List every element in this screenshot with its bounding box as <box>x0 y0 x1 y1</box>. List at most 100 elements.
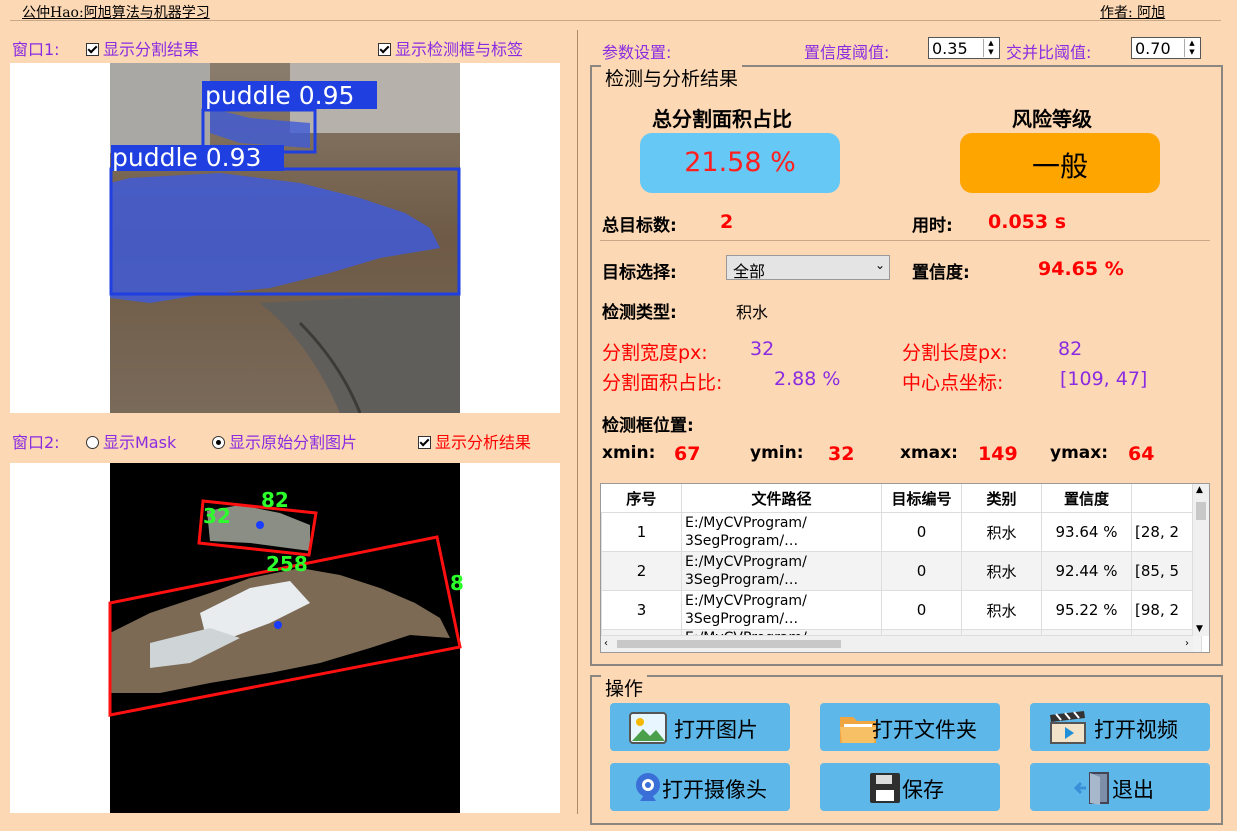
detection-type-label: 检测类型: <box>602 303 677 323</box>
window2-label: 窗口2: <box>12 433 60 452</box>
show-seg-checkbox[interactable]: 显示分割结果 <box>86 36 199 60</box>
area-title: 总分割面积占比 <box>652 107 792 131</box>
seg-width-label: 32 <box>203 504 231 528</box>
open-folder-button[interactable]: 打开文件夹 <box>820 703 1000 751</box>
scrollbar-thumb[interactable] <box>1196 502 1206 520</box>
header-confidence[interactable]: 置信度 <box>1041 484 1132 513</box>
table-row[interactable]: 2 E:/MyCVProgram/3SegProgram/… 0 积水 92.4… <box>601 551 1202 591</box>
seg-length-label: 82 <box>261 488 289 512</box>
ymin-value: 32 <box>828 443 855 465</box>
table-row[interactable]: 3 E:/MyCVProgram/3SegProgram/… 0 积水 95.2… <box>601 590 1202 630</box>
scroll-down-icon[interactable]: ▼ <box>1196 624 1203 634</box>
title-bar: 公仲Hao:阿旭算法与机器学习 作者: 阿旭 <box>0 0 1237 22</box>
spin-arrows[interactable]: ▲ ▼ <box>983 39 998 57</box>
risk-value: 一般 <box>1031 150 1088 183</box>
app-title: 公仲Hao:阿旭算法与机器学习 <box>22 5 210 21</box>
operations-title: 操作 <box>601 674 648 701</box>
window2-canvas: 82 32 258 8 <box>10 463 560 813</box>
results-table: 序号 文件路径 目标编号 类别 置信度 1 E:/MyCVProgram/3Se… <box>601 484 1202 652</box>
seg-length-value: 82 <box>1058 338 1083 360</box>
header-index[interactable]: 序号 <box>601 484 682 513</box>
open-camera-button[interactable]: 打开摄像头 <box>610 763 790 811</box>
center-value: [109, 47] <box>1060 368 1148 390</box>
time-label: 用时: <box>912 216 953 236</box>
header-class[interactable]: 类别 <box>961 484 1042 513</box>
show-analysis-checkbox[interactable]: 显示分析结果 <box>418 429 531 453</box>
params-label: 参数设置: <box>602 43 672 62</box>
segmentation-image: 82 32 258 8 <box>108 463 464 813</box>
open-video-button[interactable]: 打开视频 <box>1030 703 1210 751</box>
risk-card: 一般 <box>960 133 1160 193</box>
exit-door-icon <box>1074 772 1109 805</box>
radio-icon[interactable] <box>86 436 99 449</box>
confidence-label: 置信度: <box>912 263 970 283</box>
panel-divider <box>577 30 578 814</box>
checkbox-icon[interactable] <box>378 43 391 56</box>
target-select-label: 目标选择: <box>602 263 677 283</box>
scroll-up-icon[interactable]: ▲ <box>1196 485 1203 495</box>
ymax-label: ymax: <box>1050 443 1109 463</box>
detection-label-1: puddle 0.95 <box>205 81 354 110</box>
total-label: 总目标数: <box>602 216 677 236</box>
author-label: 作者: 阿旭 <box>1100 5 1166 21</box>
image-icon <box>629 712 667 744</box>
seg-width-value: 32 <box>750 338 775 360</box>
area-card: 21.58 % <box>640 133 840 193</box>
checkbox-icon[interactable] <box>418 436 431 449</box>
show-mask-radio[interactable]: 显示Mask <box>86 429 176 453</box>
results-table-view[interactable]: 序号 文件路径 目标编号 类别 置信度 1 E:/MyCVProgram/3Se… <box>600 483 1210 653</box>
center-label: 中心点坐标: <box>902 372 1004 394</box>
checkbox-icon[interactable] <box>86 43 99 56</box>
exit-button[interactable]: 退出 <box>1030 763 1210 811</box>
xmin-label: xmin: <box>602 443 656 463</box>
iou-threshold-label: 交并比阈值: <box>1006 43 1092 62</box>
video-icon <box>1050 711 1086 744</box>
save-icon <box>870 773 900 803</box>
conf-threshold-spinbox[interactable]: 0.35 ▲ ▼ <box>928 37 1000 59</box>
table-row[interactable]: 1 E:/MyCVProgram/3SegProgram/… 0 积水 93.6… <box>601 512 1202 552</box>
seg-length-label: 分割长度px: <box>902 342 1008 364</box>
chevron-down-icon: ⌄ <box>874 258 885 272</box>
header-extra[interactable] <box>1131 484 1202 513</box>
spin-arrows[interactable]: ▲ ▼ <box>1184 39 1199 57</box>
show-original-radio[interactable]: 显示原始分割图片 <box>212 429 357 453</box>
window1-canvas: puddle 0.95 puddle 0.93 <box>10 63 560 413</box>
detection-image: puddle 0.95 puddle 0.93 <box>109 63 461 413</box>
scroll-right-icon[interactable]: › <box>1185 638 1189 649</box>
iou-threshold-spinbox[interactable]: 0.70 ▲ ▼ <box>1131 37 1201 59</box>
time-value: 0.053 s <box>988 211 1067 233</box>
save-button[interactable]: 保存 <box>820 763 1000 811</box>
window1-label: 窗口1: <box>12 40 60 59</box>
detection-type-value: 积水 <box>736 303 769 322</box>
header-path[interactable]: 文件路径 <box>681 484 882 513</box>
seg-width-label: 分割宽度px: <box>602 342 708 364</box>
detection-label-2: puddle 0.93 <box>112 143 261 172</box>
horizontal-scrollbar[interactable]: ‹ › <box>601 635 1193 652</box>
area-value: 21.58 % <box>684 147 796 178</box>
seg-width-label-2: 8 <box>450 571 464 595</box>
ymax-value: 64 <box>1128 443 1155 465</box>
radio-icon[interactable] <box>212 436 225 449</box>
seg-area-label: 分割面积占比: <box>602 372 723 394</box>
table-header-row: 序号 文件路径 目标编号 类别 置信度 <box>601 484 1202 513</box>
scrollbar-thumb[interactable] <box>617 640 841 648</box>
open-image-button[interactable]: 打开图片 <box>610 703 790 751</box>
seg-length-label-2: 258 <box>266 552 308 576</box>
target-select[interactable]: 全部 ⌄ <box>726 255 890 281</box>
confidence-value: 94.65 % <box>1038 258 1124 280</box>
divider <box>600 240 1210 241</box>
box-position-label: 检测框位置: <box>602 416 694 436</box>
results-title: 检测与分析结果 <box>601 64 743 91</box>
risk-title: 风险等级 <box>1012 107 1092 131</box>
xmax-label: xmax: <box>900 443 958 463</box>
total-value: 2 <box>720 211 734 233</box>
conf-threshold-label: 置信度阈值: <box>804 43 890 62</box>
seg-area-value: 2.88 % <box>774 368 841 390</box>
header-target-id[interactable]: 目标编号 <box>881 484 962 513</box>
xmin-value: 67 <box>674 443 701 465</box>
xmax-value: 149 <box>978 443 1018 465</box>
vertical-scrollbar[interactable]: ▲ ▼ <box>1192 484 1209 636</box>
show-det-checkbox[interactable]: 显示检测框与标签 <box>378 36 523 60</box>
scroll-left-icon[interactable]: ‹ <box>604 638 608 649</box>
ymin-label: ymin: <box>750 443 804 463</box>
